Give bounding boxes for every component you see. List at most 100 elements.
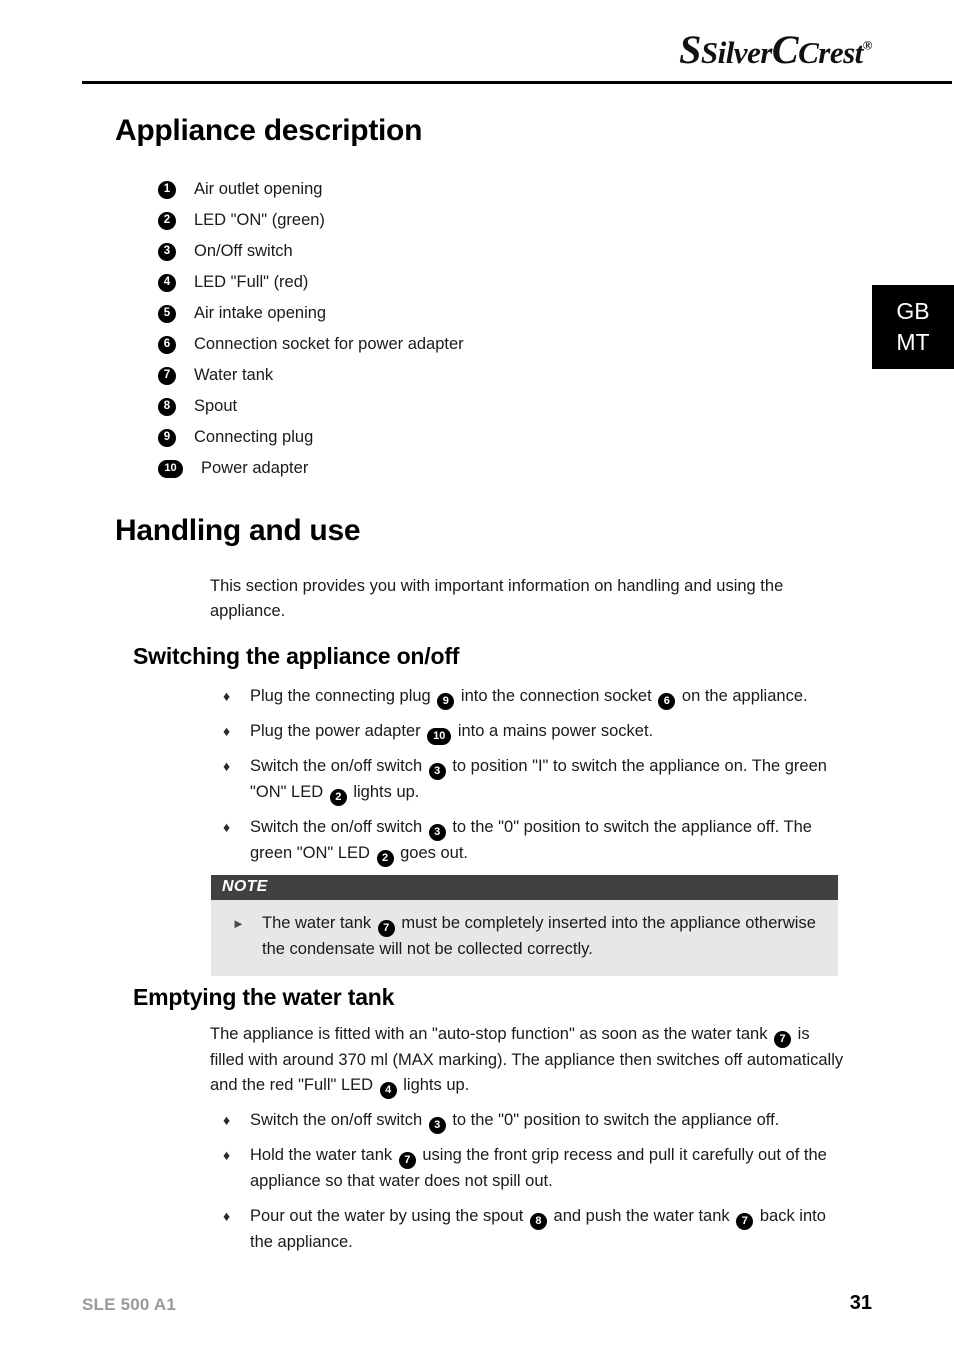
- bullet-text-part: lights up.: [353, 783, 420, 801]
- logo-letter-s: S: [679, 27, 701, 72]
- bullet-list-item: ♦ Pour out the water by using the spout …: [210, 1204, 850, 1256]
- part-number-badge-8: 8: [529, 1212, 547, 1230]
- bullet-list-item: ♦ Switch the on/off switch 3 to the "0" …: [210, 1108, 850, 1134]
- part-number-badge-1: 1: [158, 180, 176, 199]
- legend-item-label: LED "ON" (green): [194, 211, 325, 229]
- note-callout-body: ► The water tank 7 must be completely in…: [211, 900, 838, 976]
- legend-item: 3 On/Off switch: [158, 236, 758, 267]
- bullet-text-part: Switch the on/off switch: [250, 757, 423, 775]
- silvercrest-logo: SSilverCCrest®: [679, 30, 872, 70]
- part-number-badge-6: 6: [158, 335, 176, 354]
- language-tab-line-gb: GB: [896, 297, 930, 324]
- part-number-badge-7: 7: [398, 1152, 416, 1169]
- bullet-text-part: into the connection socket: [460, 687, 652, 705]
- language-tab-gb-mt: GB MT: [872, 285, 954, 369]
- footer-model-name: SLE 500 A1: [82, 1295, 176, 1314]
- bullet-text-part: Plug the power adapter: [250, 722, 421, 740]
- legend-item: 7 Water tank: [158, 360, 758, 391]
- bullet-list-item: ♦ Hold the water tank 7 using the front …: [210, 1143, 850, 1195]
- bullet-text-part: on the appliance.: [681, 687, 808, 705]
- legend-item-label: Water tank: [194, 366, 274, 384]
- emptying-intro-paragraph: The appliance is fitted with an "auto-st…: [210, 1022, 845, 1099]
- paragraph-text-part: The appliance is fitted with an "auto-st…: [210, 1025, 768, 1043]
- bullet-text-part: Switch the on/off switch: [250, 1111, 423, 1129]
- legend-item-label: Connecting plug: [194, 428, 314, 446]
- note-list-item: ► The water tank 7 must be completely in…: [222, 911, 824, 963]
- part-number-badge-5: 5: [158, 304, 176, 323]
- note-callout-box: NOTE ► The water tank 7 must be complete…: [211, 875, 838, 976]
- legend-item-label: LED "Full" (red): [194, 273, 309, 291]
- diamond-bullet-icon: ♦: [223, 723, 231, 739]
- emptying-water-tank-bullet-list: ♦ Switch the on/off switch 3 to the "0" …: [210, 1108, 850, 1264]
- bullet-text-part: Hold the water tank: [250, 1146, 393, 1164]
- legend-item-label: Air outlet opening: [194, 180, 323, 198]
- part-number-badge-10: 10: [427, 728, 452, 745]
- diamond-bullet-icon: ♦: [223, 1112, 231, 1128]
- diamond-bullet-icon: ♦: [223, 688, 231, 704]
- logo-letter-c: C: [771, 27, 799, 72]
- bullet-text-part: and push the water tank: [553, 1206, 730, 1225]
- legend-item: 9 Connecting plug: [158, 422, 758, 453]
- part-number-badge-7: 7: [774, 1031, 792, 1048]
- diamond-bullet-icon: ♦: [223, 1147, 231, 1163]
- section-title-handling-and-use: Handling and use: [115, 514, 361, 547]
- footer-page-number: 31: [849, 1292, 872, 1314]
- legend-item: 10 Power adapter: [158, 453, 758, 484]
- part-number-badge-6: 6: [658, 693, 676, 710]
- legend-item-label: Spout: [194, 397, 238, 415]
- legend-item-label: Power adapter: [201, 459, 309, 477]
- part-number-badge-2: 2: [329, 789, 347, 806]
- note-text-part: The water tank: [262, 914, 372, 932]
- part-number-badge-2: 2: [376, 850, 394, 867]
- logo-word-crest: Crest: [798, 35, 863, 70]
- triangle-bullet-icon: ►: [232, 916, 245, 931]
- part-number-badge-3: 3: [158, 242, 176, 261]
- switching-on-off-bullet-list: ♦ Plug the connecting plug 9 into the co…: [210, 684, 850, 876]
- bullet-text-part: Switch the on/off switch: [250, 818, 423, 836]
- legend-item: 4 LED "Full" (red): [158, 267, 758, 298]
- legend-item: 1 Air outlet opening: [158, 174, 758, 205]
- diamond-bullet-icon: ♦: [223, 1207, 231, 1224]
- part-number-badge-4: 4: [158, 273, 176, 292]
- legend-item: 6 Connection socket for power adapter: [158, 329, 758, 360]
- registered-trademark-icon: ®: [862, 37, 873, 53]
- handling-intro-paragraph: This section provides you with important…: [210, 577, 784, 620]
- legend-item-label: On/Off switch: [194, 242, 293, 260]
- legend-item: 8 Spout: [158, 391, 758, 422]
- bullet-list-item: ♦ Plug the power adapter 10 into a mains…: [210, 719, 850, 745]
- bullet-list-item: ♦ Switch the on/off switch 3 to position…: [210, 754, 850, 806]
- logo-word-silver: Silver: [700, 35, 773, 70]
- subsection-title-switching-on-off: Switching the appliance on/off: [133, 643, 460, 669]
- bullet-text-part: Pour out the water by using the spout: [250, 1206, 524, 1225]
- part-number-badge-9: 9: [158, 428, 176, 447]
- language-tab-line-mt: MT: [896, 329, 930, 355]
- part-number-badge-4: 4: [379, 1082, 397, 1099]
- diamond-bullet-icon: ♦: [223, 819, 231, 835]
- part-number-badge-7: 7: [158, 366, 176, 385]
- bullet-text-part: Plug the connecting plug: [250, 687, 431, 705]
- bullet-text-part: to the "0" position to switch the applia…: [452, 1111, 780, 1129]
- bullet-text-part: goes out.: [400, 844, 469, 862]
- subsection-title-emptying-water-tank: Emptying the water tank: [133, 984, 395, 1010]
- legend-item: 5 Air intake opening: [158, 298, 758, 329]
- part-number-badge-10: 10: [158, 459, 183, 478]
- part-number-badge-2: 2: [158, 211, 176, 230]
- part-number-badge-3: 3: [428, 763, 446, 780]
- part-number-badge-3: 3: [428, 824, 446, 841]
- legend-item-label: Connection socket for power adapter: [194, 335, 464, 353]
- bullet-list-item: ♦ Plug the connecting plug 9 into the co…: [210, 684, 850, 710]
- part-number-badge-7: 7: [377, 920, 395, 937]
- legend-item: 2 LED "ON" (green): [158, 205, 758, 236]
- paragraph-text-part: lights up.: [403, 1076, 470, 1094]
- header-divider: [82, 81, 952, 84]
- diamond-bullet-icon: ♦: [223, 758, 231, 774]
- part-number-badge-7: 7: [736, 1212, 754, 1230]
- bullet-text-part: into a mains power socket.: [457, 722, 654, 740]
- part-number-badge-8: 8: [158, 397, 176, 416]
- note-callout-header: NOTE: [211, 875, 838, 900]
- legend-item-label: Air intake opening: [194, 304, 327, 322]
- appliance-parts-legend: 1 Air outlet opening 2 LED "ON" (green) …: [158, 174, 758, 484]
- part-number-badge-3: 3: [428, 1117, 446, 1134]
- page-title-appliance-description: Appliance description: [115, 114, 423, 147]
- bullet-list-item: ♦ Switch the on/off switch 3 to the "0" …: [210, 815, 850, 867]
